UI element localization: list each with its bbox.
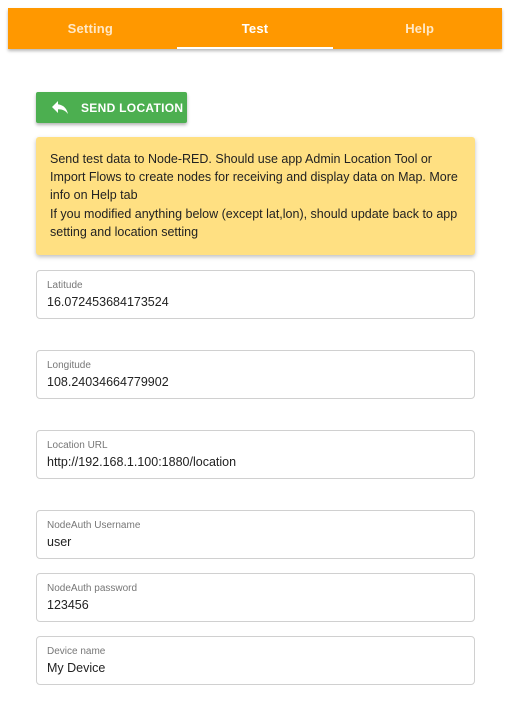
password-field[interactable]: NodeAuth password: [36, 573, 475, 622]
username-field[interactable]: NodeAuth Username: [36, 510, 475, 559]
tab-help[interactable]: Help: [337, 8, 502, 49]
device-name-field[interactable]: Device name: [36, 636, 475, 685]
reply-arrow-icon: [50, 98, 70, 118]
latitude-label: Latitude: [47, 280, 83, 291]
device-name-label: Device name: [47, 646, 106, 657]
location-url-label: Location URL: [47, 440, 108, 451]
longitude-label: Longitude: [47, 360, 91, 371]
send-location-button[interactable]: SEND LOCATION: [36, 92, 187, 123]
notice-text-1: Send test data to Node-RED. Should use a…: [50, 152, 458, 203]
password-label: NodeAuth password: [47, 583, 138, 594]
username-input[interactable]: [47, 535, 464, 549]
location-url-field[interactable]: Location URL: [36, 430, 475, 479]
info-notice: Send test data to Node-RED. Should use a…: [36, 137, 475, 255]
longitude-field[interactable]: Longitude: [36, 350, 475, 399]
notice-text-2: If you modified anything below (except l…: [50, 206, 458, 239]
username-label: NodeAuth Username: [47, 520, 141, 531]
longitude-input[interactable]: [47, 375, 464, 389]
password-input[interactable]: [47, 598, 464, 612]
location-url-input[interactable]: [47, 455, 464, 469]
tab-test[interactable]: Test: [173, 8, 338, 49]
tab-setting[interactable]: Setting: [8, 8, 173, 49]
device-name-input[interactable]: [47, 661, 464, 675]
send-location-label: SEND LOCATION: [81, 100, 184, 115]
latitude-field[interactable]: Latitude: [36, 270, 475, 319]
tab-bar: Setting Test Help: [8, 8, 502, 49]
latitude-input[interactable]: [47, 295, 464, 309]
